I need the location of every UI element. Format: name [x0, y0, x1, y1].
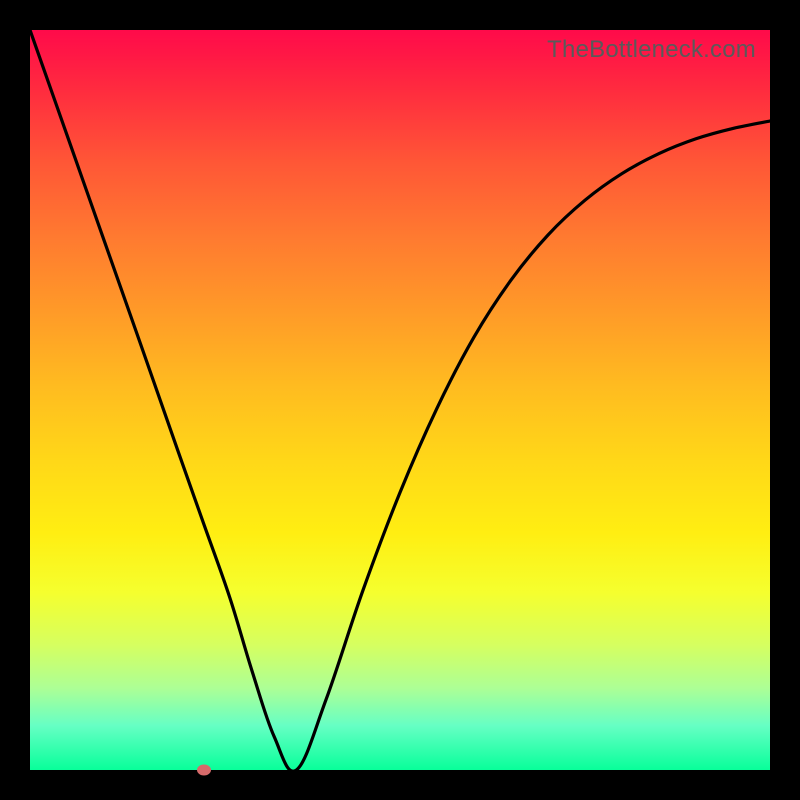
- plot-area: TheBottleneck.com: [30, 30, 770, 770]
- bottleneck-curve: [30, 30, 770, 770]
- optimum-marker: [197, 765, 211, 776]
